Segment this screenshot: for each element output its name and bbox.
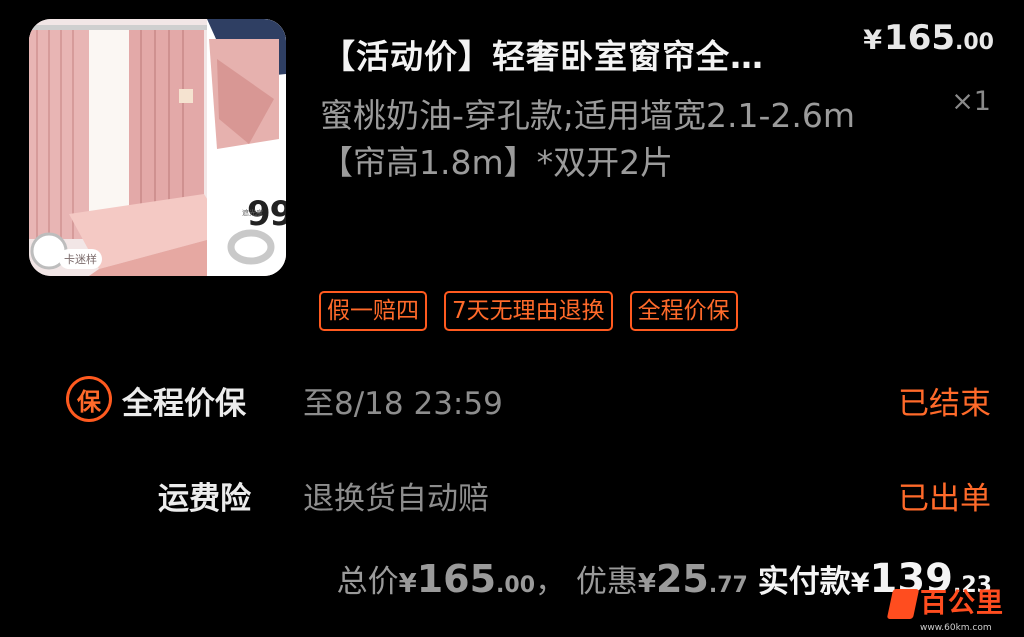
watermark-logo: 百公里 www.60km.com [886, 589, 1018, 633]
tag-7-day-return[interactable]: 7天无理由退换 [444, 291, 613, 331]
total-label: 总价 [336, 564, 399, 600]
shipping-insurance-desc: 退换货自动赔 [303, 481, 489, 517]
tag-fake-compensation[interactable]: 假一赔四 [319, 291, 427, 331]
product-spec[interactable]: 蜜桃奶油-穿孔款;适用墙宽2.1-2.6m【帘高1.8m】*双开2片 [320, 92, 860, 186]
image-badge: 卡迷样 [59, 249, 102, 269]
price-protection-icon: 保 [66, 376, 112, 422]
order-item-card: 99% 遮光度 卡迷样 【活动价】轻奢卧室窗帘全… 蜜桃奶油-穿孔款;适用墙宽2… [0, 0, 1024, 637]
quantity: ×1 [951, 86, 991, 117]
product-title[interactable]: 【活动价】轻奢卧室窗帘全… [322, 30, 842, 78]
shipping-insurance-status[interactable]: 已出单 [898, 473, 991, 518]
discount-amount: 25 [655, 557, 709, 601]
discount-label: 优惠 [575, 564, 638, 600]
curtain-illustration [29, 19, 286, 276]
shipping-insurance-label: 运费险 [158, 481, 251, 517]
total-amount: 165 [416, 557, 497, 601]
actual-payment-label: 实付款 [757, 564, 851, 600]
price-protection-status[interactable]: 已结束 [898, 378, 991, 423]
product-image[interactable]: 99% 遮光度 卡迷样 [29, 19, 286, 276]
watermark-mark-icon [886, 589, 920, 619]
unit-price: ¥165.00 [863, 18, 994, 58]
tag-price-protection[interactable]: 全程价保 [629, 291, 738, 331]
price-protection-label: 全程价保 [122, 386, 246, 422]
service-tags: 假一赔四 7天无理由退换 全程价保 [319, 291, 738, 331]
price-protection-deadline: 至8/18 23:59 [303, 386, 503, 422]
shading-caption: 遮光度 [242, 209, 263, 217]
